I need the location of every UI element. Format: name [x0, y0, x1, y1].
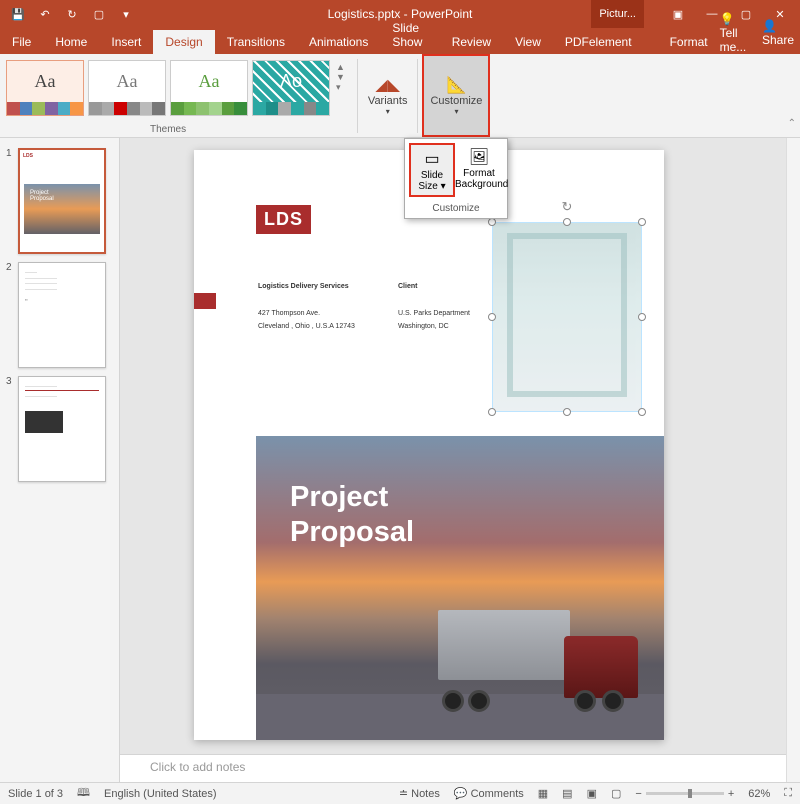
view-slideshow-icon[interactable]: ▢	[611, 787, 621, 800]
resize-handle[interactable]	[488, 218, 496, 226]
status-bar: Slide 1 of 3 🕮 English (United States) ≐…	[0, 782, 800, 804]
zoom-in-icon[interactable]: +	[728, 788, 734, 800]
tab-transitions[interactable]: Transitions	[215, 30, 297, 54]
ribbon-tabs: File Home Insert Design Transitions Anim…	[0, 28, 800, 54]
themes-label: Themes	[150, 124, 186, 135]
tab-pdfelement[interactable]: PDFelement	[553, 30, 644, 54]
slide-editor[interactable]: LDS Logistics Delivery Services 427 Thom…	[120, 138, 800, 782]
resize-handle[interactable]	[488, 408, 496, 416]
tab-format[interactable]: Format	[658, 30, 720, 54]
slide-size-button[interactable]: ▭Slide Size ▾	[409, 143, 455, 197]
resize-handle[interactable]	[638, 218, 646, 226]
gallery-up-icon[interactable]: ▲	[336, 62, 345, 72]
client-info[interactable]: Client U.S. Parks Department Washington,…	[398, 280, 470, 333]
tab-file[interactable]: File	[0, 30, 43, 54]
tab-design[interactable]: Design	[153, 30, 214, 54]
gallery-more-icon[interactable]: ▾	[336, 82, 345, 93]
ribbon-options-icon[interactable]: ▣	[662, 3, 694, 25]
hero-image[interactable]: ProjectProposal	[256, 436, 664, 740]
theme-1[interactable]: Aa	[6, 60, 84, 116]
slide-indicator[interactable]: Slide 1 of 3	[8, 788, 63, 800]
resize-handle[interactable]	[638, 408, 646, 416]
notes-pane[interactable]: Click to add notes	[120, 754, 786, 782]
slide-canvas: LDS Logistics Delivery Services 427 Thom…	[194, 150, 664, 740]
view-reading-icon[interactable]: ▣	[587, 787, 597, 800]
tab-review[interactable]: Review	[440, 30, 503, 54]
customize-button[interactable]: 📐Customize▾	[422, 54, 490, 137]
red-accent	[194, 293, 216, 309]
language-indicator[interactable]: English (United States)	[104, 788, 217, 800]
theme-4[interactable]: Λο	[252, 60, 330, 116]
spellcheck-icon[interactable]: 🕮	[77, 784, 90, 803]
comments-button[interactable]: 💬 Comments	[454, 787, 524, 800]
share-button[interactable]: 👤 Share	[762, 19, 794, 47]
qat-more-icon[interactable]: ▾	[114, 3, 138, 25]
hero-title[interactable]: ProjectProposal	[290, 480, 414, 550]
customize-dropdown: ▭Slide Size ▾ 🖼Format Background Customi…	[404, 138, 508, 219]
tab-view[interactable]: View	[503, 30, 553, 54]
collapse-ribbon-icon[interactable]: ⌃	[788, 118, 796, 129]
thumbnail-2[interactable]: ———————————————————————————▪▪	[18, 262, 106, 368]
truck-graphic	[438, 602, 638, 712]
vertical-scrollbar[interactable]	[786, 138, 800, 782]
fit-to-window-icon[interactable]: ⛶	[784, 787, 792, 800]
view-sorter-icon[interactable]: ▤	[562, 787, 572, 800]
gallery-down-icon[interactable]: ▼	[336, 72, 345, 82]
picture-tools-tab[interactable]: Pictur...	[591, 0, 644, 28]
dropdown-group-label: Customize	[405, 201, 507, 218]
resize-handle[interactable]	[638, 313, 646, 321]
tab-home[interactable]: Home	[43, 30, 99, 54]
zoom-level[interactable]: 62%	[748, 788, 770, 800]
thumbnail-3[interactable]: ————————————————	[18, 376, 106, 482]
redo-icon[interactable]: ↻	[60, 3, 84, 25]
company-info[interactable]: Logistics Delivery Services 427 Thompson…	[258, 280, 355, 333]
logo-lds[interactable]: LDS	[256, 205, 311, 234]
zoom-slider[interactable]: − +	[635, 788, 734, 800]
theme-3[interactable]: Aa	[170, 60, 248, 116]
zoom-out-icon[interactable]: −	[635, 788, 641, 800]
selected-picture[interactable]: ↻	[492, 222, 642, 412]
workspace: 1LDSProjectProposal 2———————————————————…	[0, 138, 800, 782]
view-normal-icon[interactable]: ▦	[538, 787, 548, 800]
notes-button[interactable]: ≐ Notes	[399, 787, 440, 800]
variants-button[interactable]: ◢◣Variants▾	[362, 54, 414, 137]
thumbnail-1[interactable]: LDSProjectProposal	[18, 148, 106, 254]
startfromtop-icon[interactable]: ▢	[87, 3, 111, 25]
undo-icon[interactable]: ↶	[33, 3, 57, 25]
tab-insert[interactable]: Insert	[99, 30, 153, 54]
resize-handle[interactable]	[563, 408, 571, 416]
rotate-handle-icon[interactable]: ↻	[562, 199, 573, 215]
ribbon: Aa Aa Aa Λο ▲▼▾ Themes ◢◣Variants▾ 📐Cust…	[0, 54, 800, 138]
tell-me[interactable]: 💡 Tell me...	[720, 12, 752, 54]
resize-handle[interactable]	[488, 313, 496, 321]
resize-handle[interactable]	[563, 218, 571, 226]
tab-slideshow[interactable]: Slide Show	[380, 16, 439, 54]
theme-2[interactable]: Aa	[88, 60, 166, 116]
tab-animations[interactable]: Animations	[297, 30, 380, 54]
format-background-button[interactable]: 🖼Format Background	[455, 143, 503, 197]
save-icon[interactable]: 💾	[6, 3, 30, 25]
slide-thumbnails: 1LDSProjectProposal 2———————————————————…	[0, 138, 120, 782]
